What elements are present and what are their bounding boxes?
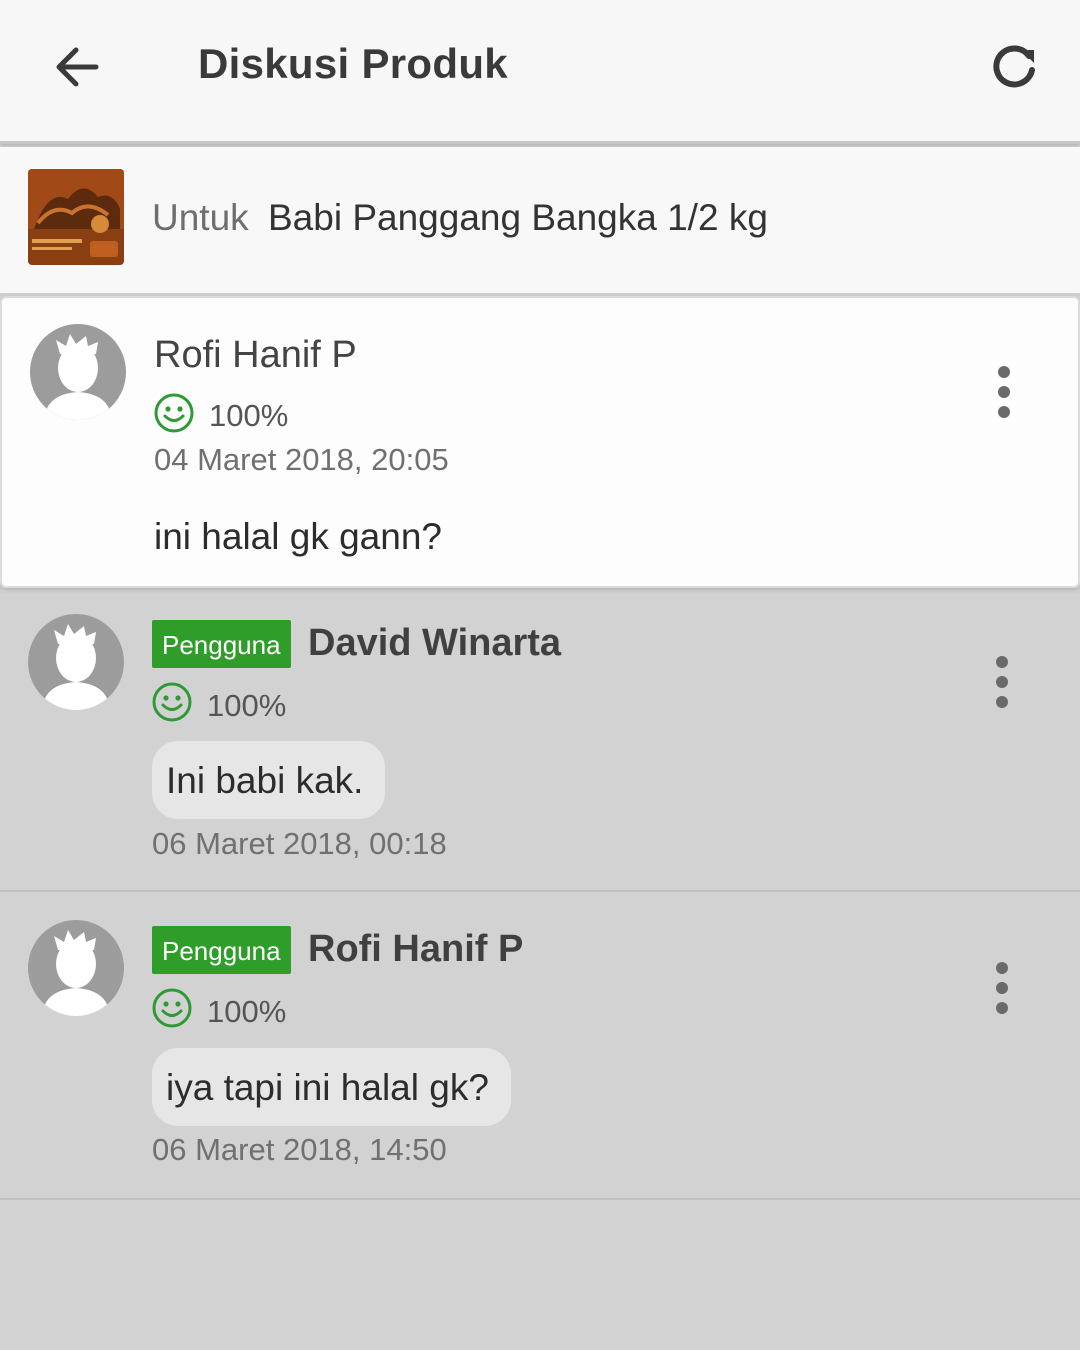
product-name[interactable]: Babi Panggang Bangka 1/2 kg	[268, 197, 768, 239]
rating-value: 100%	[207, 688, 287, 723]
smiley-icon	[152, 988, 192, 1028]
reply-bubble: iya tapi ini halal gk?	[152, 1048, 511, 1126]
product-thumbnail[interactable]	[28, 169, 124, 265]
user-role-badge: Pengguna	[152, 926, 291, 974]
product-row[interactable]: Untuk Babi Panggang Bangka 1/2 kg	[0, 147, 1080, 295]
reply-bubble: Ini babi kak.	[152, 741, 386, 819]
user-name[interactable]: Rofi Hanif P	[154, 334, 357, 377]
user-silhouette-icon	[44, 334, 112, 420]
refresh-icon	[993, 45, 1035, 88]
page-title: Diskusi Produk	[198, 40, 508, 87]
user-silhouette-icon	[42, 624, 110, 710]
divider	[0, 1198, 1080, 1200]
user-name[interactable]: David Winarta	[308, 622, 561, 665]
back-button[interactable]	[48, 38, 106, 96]
timestamp: 06 Maret 2018, 00:18	[152, 826, 447, 861]
more-options-button[interactable]	[989, 362, 1019, 422]
user-role-badge: Pengguna	[152, 620, 291, 668]
product-for-label: Untuk	[152, 197, 249, 238]
avatar[interactable]	[30, 324, 126, 420]
timestamp: 04 Maret 2018, 20:05	[154, 442, 449, 477]
user-silhouette-icon	[42, 930, 110, 1016]
avatar[interactable]	[28, 920, 124, 1016]
more-options-button[interactable]	[987, 958, 1017, 1018]
rating-value: 100%	[209, 398, 289, 433]
question-card: Rofi Hanif P 100% 04 Maret 2018, 20:05 i…	[0, 296, 1080, 588]
smiley-icon	[154, 393, 194, 433]
timestamp: 06 Maret 2018, 14:50	[152, 1132, 447, 1167]
question-text: ini halal gk gann?	[154, 516, 442, 557]
app-bar: Diskusi Produk	[0, 0, 1080, 144]
divider	[0, 890, 1080, 892]
more-options-button[interactable]	[987, 652, 1017, 712]
user-name[interactable]: Rofi Hanif P	[308, 928, 523, 971]
refresh-button[interactable]	[984, 38, 1044, 98]
arrow-left-icon	[56, 47, 99, 87]
rating-value: 100%	[207, 994, 287, 1029]
avatar[interactable]	[28, 614, 124, 710]
smiley-icon	[152, 682, 192, 722]
